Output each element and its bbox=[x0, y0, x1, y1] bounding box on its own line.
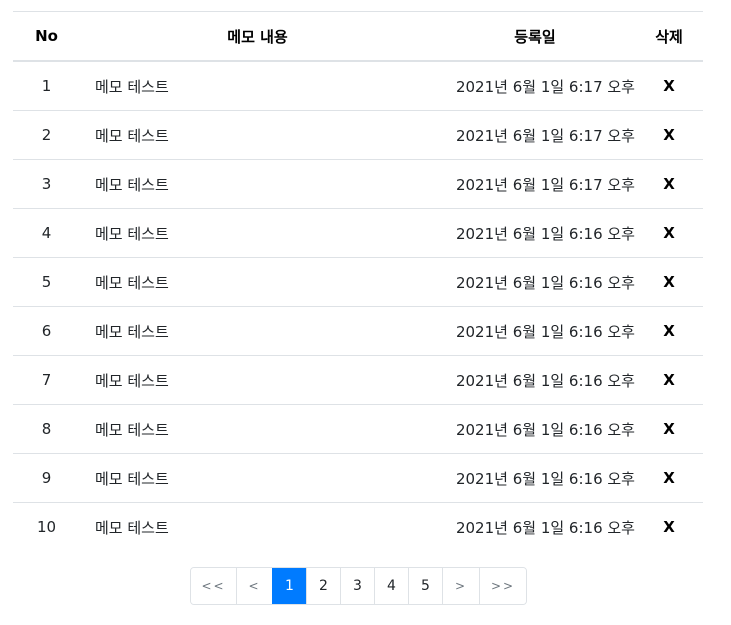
row-date: 2021년 6월 1일 6:16 오후 bbox=[435, 355, 635, 405]
row-date: 2021년 6월 1일 6:16 오후 bbox=[435, 453, 635, 503]
row-delete-cell: X bbox=[635, 208, 703, 258]
row-delete-cell: X bbox=[635, 159, 703, 209]
page-button-1[interactable]: 1 bbox=[272, 568, 306, 604]
row-date: 2021년 6월 1일 6:16 오후 bbox=[435, 257, 635, 307]
row-no: 5 bbox=[13, 257, 80, 307]
row-content: 메모 테스트 bbox=[80, 404, 435, 454]
row-delete-cell: X bbox=[635, 61, 703, 111]
memo-table: No 메모 내용 등록일 삭제 1 메모 테스트 2021년 6월 1일 6:1… bbox=[13, 11, 703, 551]
delete-button[interactable]: X bbox=[663, 77, 675, 95]
table-header-row: No 메모 내용 등록일 삭제 bbox=[13, 11, 703, 62]
row-delete-cell: X bbox=[635, 355, 703, 405]
row-date: 2021년 6월 1일 6:16 오후 bbox=[455, 518, 635, 537]
row-delete-cell: X bbox=[635, 306, 703, 356]
row-content: 메모 테스트 bbox=[80, 110, 435, 160]
row-content: 메모 테스트 bbox=[95, 518, 169, 537]
table-row: 10 메모 테스트 2021년 6월 1일 6:16 오후 X bbox=[13, 503, 703, 552]
row-delete-cell: X bbox=[635, 404, 703, 454]
table-row: 5 메모 테스트 2021년 6월 1일 6:16 오후 X bbox=[13, 257, 703, 307]
delete-button[interactable]: X bbox=[663, 420, 675, 438]
row-no: 6 bbox=[13, 306, 80, 356]
row-content: 메모 테스트 bbox=[80, 257, 435, 307]
row-delete-cell: X bbox=[635, 110, 703, 160]
memo-list-container: No 메모 내용 등록일 삭제 1 메모 테스트 2021년 6월 1일 6:1… bbox=[13, 11, 703, 551]
delete-button[interactable]: X bbox=[663, 518, 675, 536]
header-date: 등록일 bbox=[435, 11, 635, 62]
last-page-button[interactable]: >> bbox=[479, 568, 526, 604]
page-button-3[interactable]: 3 bbox=[340, 568, 374, 604]
row-no: 9 bbox=[13, 453, 80, 503]
page-button-5[interactable]: 5 bbox=[408, 568, 442, 604]
row-content: 메모 테스트 bbox=[80, 355, 435, 405]
table-row: 7 메모 테스트 2021년 6월 1일 6:16 오후 X bbox=[13, 355, 703, 405]
table-row: 9 메모 테스트 2021년 6월 1일 6:16 오후 X bbox=[13, 453, 703, 503]
table-row: 1 메모 테스트 2021년 6월 1일 6:17 오후 X bbox=[13, 61, 703, 111]
row-content: 메모 테스트 bbox=[80, 306, 435, 356]
row-no: 8 bbox=[13, 404, 80, 454]
row-content: 메모 테스트 bbox=[80, 453, 435, 503]
first-page-button[interactable]: << bbox=[191, 568, 236, 604]
table-row: 8 메모 테스트 2021년 6월 1일 6:16 오후 X bbox=[13, 404, 703, 454]
prev-page-button[interactable]: < bbox=[236, 568, 272, 604]
table-row: 6 메모 테스트 2021년 6월 1일 6:16 오후 X bbox=[13, 306, 703, 356]
row-delete-cell: X bbox=[635, 503, 703, 552]
row-content: 메모 테스트 bbox=[80, 61, 435, 111]
row-date: 2021년 6월 1일 6:17 오후 bbox=[435, 159, 635, 209]
page-button-2[interactable]: 2 bbox=[306, 568, 340, 604]
row-content: 메모 테스트 bbox=[80, 208, 435, 258]
row-date: 2021년 6월 1일 6:16 오후 bbox=[435, 306, 635, 356]
row-date: 2021년 6월 1일 6:16 오후 bbox=[435, 404, 635, 454]
row-date: 2021년 6월 1일 6:16 오후 bbox=[435, 208, 635, 258]
page-button-4[interactable]: 4 bbox=[374, 568, 408, 604]
delete-button[interactable]: X bbox=[663, 322, 675, 340]
row-date: 2021년 6월 1일 6:17 오후 bbox=[435, 61, 635, 111]
delete-button[interactable]: X bbox=[663, 469, 675, 487]
row-no: 1 bbox=[13, 61, 80, 111]
row-no: 4 bbox=[13, 208, 80, 258]
row-no: 10 bbox=[36, 518, 57, 536]
row-delete-cell: X bbox=[635, 453, 703, 503]
row-date: 2021년 6월 1일 6:17 오후 bbox=[435, 110, 635, 160]
next-page-button[interactable]: > bbox=[442, 568, 479, 604]
header-content: 메모 내용 bbox=[80, 11, 435, 62]
row-content: 메모 테스트 bbox=[80, 159, 435, 209]
delete-button[interactable]: X bbox=[663, 175, 675, 193]
row-no: 2 bbox=[13, 110, 80, 160]
row-no: 7 bbox=[13, 355, 80, 405]
pagination: << < 1 2 3 4 5 > >> bbox=[190, 567, 527, 605]
row-delete-cell: X bbox=[635, 257, 703, 307]
delete-button[interactable]: X bbox=[663, 126, 675, 144]
delete-button[interactable]: X bbox=[663, 224, 675, 242]
table-row: 4 메모 테스트 2021년 6월 1일 6:16 오후 X bbox=[13, 208, 703, 258]
header-delete: 삭제 bbox=[635, 11, 703, 62]
delete-button[interactable]: X bbox=[663, 371, 675, 389]
header-no: No bbox=[13, 11, 80, 62]
table-row: 2 메모 테스트 2021년 6월 1일 6:17 오후 X bbox=[13, 110, 703, 160]
delete-button[interactable]: X bbox=[663, 273, 675, 291]
table-row: 3 메모 테스트 2021년 6월 1일 6:17 오후 X bbox=[13, 159, 703, 209]
row-no: 3 bbox=[13, 159, 80, 209]
